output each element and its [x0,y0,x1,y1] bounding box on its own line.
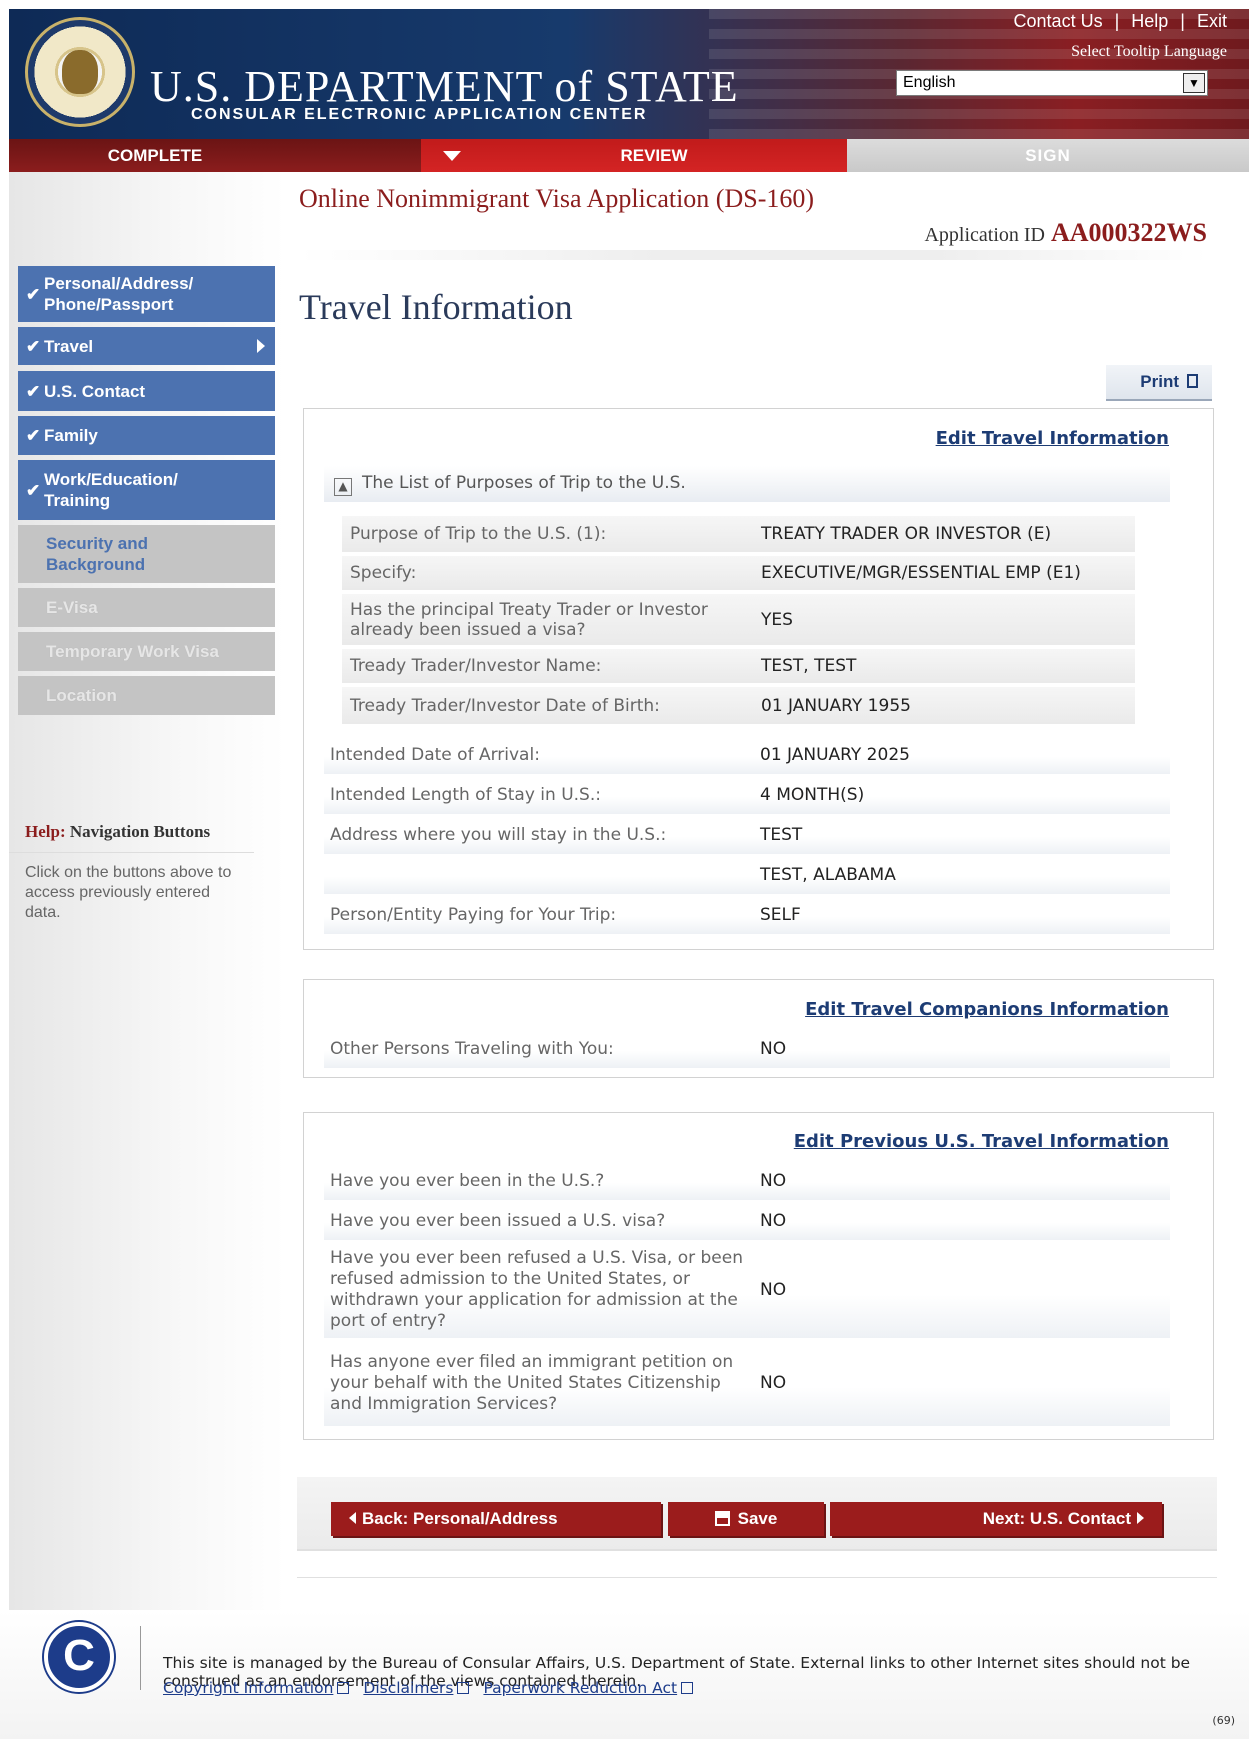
list-item: Purpose of Trip to the U.S. (1): TREATY … [342,516,1135,552]
top-links: Contact Us | Help | Exit [1013,11,1227,31]
sidebar-item-personal[interactable]: ✔ Personal/Address/ Phone/Passport [18,266,275,322]
paperwork-reduction-link[interactable]: Paperwork Reduction Act [483,1679,694,1697]
list-item: Tready Trader/Investor Name: TEST, TEST [342,647,1135,683]
table-row: Person/Entity Paying for Your Trip: SELF [324,896,1170,934]
check-icon: ✔ [26,381,41,401]
print-button[interactable]: Print [1106,365,1212,401]
sidebar-item-family[interactable]: ✔ Family [18,416,275,455]
page-title: Travel Information [299,287,573,327]
sidebar-item-temporary-work-visa: Temporary Work Visa [18,632,275,671]
contact-us-link[interactable]: Contact Us [1014,11,1103,31]
application-progress: COMPLETE REVIEW SIGN [9,139,1249,172]
previous-us-travel-section: Edit Previous U.S. Travel Information Ha… [303,1112,1214,1440]
footer-divider [140,1626,141,1690]
copyright-link[interactable]: Copyright Information [163,1679,350,1697]
check-icon: ✔ [26,480,41,500]
check-icon: ✔ [26,284,41,304]
help-box: Help: Navigation Buttons Click on the bu… [9,810,254,933]
help-link[interactable]: Help [1131,11,1168,31]
table-row: Intended Length of Stay in U.S.: 4 MONTH… [324,776,1170,814]
table-row: TEST, ALABAMA [324,856,1170,894]
selected-language: English [903,74,956,91]
sidebar-item-e-visa: E-Visa [18,588,275,627]
check-icon: ✔ [26,426,41,445]
application-id: Application ID AA000322WS [924,218,1207,247]
bottom-divider [297,1577,1217,1578]
footer-links: Copyright Information Disclaimers Paperwor… [163,1679,707,1697]
chevron-down-icon[interactable]: ▼ [1183,73,1205,93]
travel-information-section: Edit Travel Information ▲ The List of Pur… [303,408,1214,950]
consular-affairs-logo-icon: C [44,1622,114,1692]
save-button[interactable]: Save [668,1502,824,1536]
disclaimers-link[interactable]: Disclaimers [363,1679,470,1697]
state-department-seal-icon [25,17,135,127]
save-icon [714,1511,730,1526]
check-icon: ✔ [26,336,41,356]
step-review: REVIEW [421,139,847,172]
navigation-button-bar: Back: Personal/Address Save Next: U.S. C… [297,1477,1217,1551]
back-button[interactable]: Back: Personal/Address [331,1502,661,1536]
department-title: U.S. DEPARTMENT of STATE [150,62,739,111]
edit-previous-us-travel-link[interactable]: Edit Previous U.S. Travel Information [794,1131,1169,1152]
step-review-label: REVIEW [620,146,688,165]
arrow-right-icon [1137,1512,1144,1524]
sidebar-item-location: Location [18,676,275,715]
step-sign: SIGN [847,139,1249,172]
table-row: Have you ever been in the U.S.? NO [324,1162,1170,1200]
table-row: Intended Date of Arrival: 01 JANUARY 202… [324,736,1170,774]
sidebar-item-us-contact[interactable]: ✔ U.S. Contact [18,371,275,411]
list-item: Has the principal Treaty Trader or Inves… [342,592,1135,645]
sidebar-item-work-education[interactable]: ✔ Work/Education/ Training [18,460,275,520]
current-step-pointer-icon [443,151,461,161]
next-button[interactable]: Next: U.S. Contact [830,1502,1162,1536]
exit-link[interactable]: Exit [1197,11,1227,31]
list-item: Tready Trader/Investor Date of Birth: 01… [342,685,1135,724]
table-row: Has anyone ever filed an immigrant petit… [324,1340,1170,1426]
collapse-icon[interactable]: ▲ [334,478,352,496]
current-page-arrow-icon [257,339,265,353]
title-divider [299,250,1207,260]
print-icon [1187,374,1198,388]
arrow-left-icon [349,1512,356,1524]
help-text: Click on the buttons above to access pre… [25,864,232,921]
sidebar-item-travel[interactable]: ✔ Travel [18,327,275,365]
application-title: Online Nonimmigrant Visa Application (DS… [299,184,815,213]
step-complete: COMPLETE [9,139,421,172]
sidebar-item-security[interactable]: Security and Background [18,525,275,583]
help-title: Help: Navigation Buttons [9,810,254,853]
list-item: Specify: EXECUTIVE/MGR/ESSENTIAL EMP (E1… [342,554,1135,590]
edit-travel-companions-link[interactable]: Edit Travel Companions Information [805,999,1169,1020]
travel-companions-section: Edit Travel Companions Information Other… [303,979,1214,1078]
table-row: Other Persons Traveling with You: NO [324,1030,1170,1068]
external-link-icon [337,1682,350,1694]
external-link-icon [457,1682,470,1694]
tooltip-language-label: Select Tooltip Language [1071,43,1227,60]
site-footer: C This site is managed by the Bureau of … [0,1610,1249,1739]
table-row: Address where you will stay in the U.S.:… [324,816,1170,854]
edit-travel-information-link[interactable]: Edit Travel Information [936,428,1169,449]
table-row: Have you ever been refused a U.S. Visa, … [324,1242,1170,1338]
department-subtitle: CONSULAR ELECTRONIC APPLICATION CENTER [191,106,648,123]
tooltip-language-select[interactable]: English ▼ [896,70,1208,96]
table-row: Have you ever been issued a U.S. visa? N… [324,1202,1170,1240]
application-id-value: AA000322WS [1050,218,1207,247]
external-link-icon [681,1682,694,1694]
purposes-list-header[interactable]: ▲ The List of Purposes of Trip to the U.S… [324,466,1170,502]
page-counter: (69) [1212,1714,1235,1727]
